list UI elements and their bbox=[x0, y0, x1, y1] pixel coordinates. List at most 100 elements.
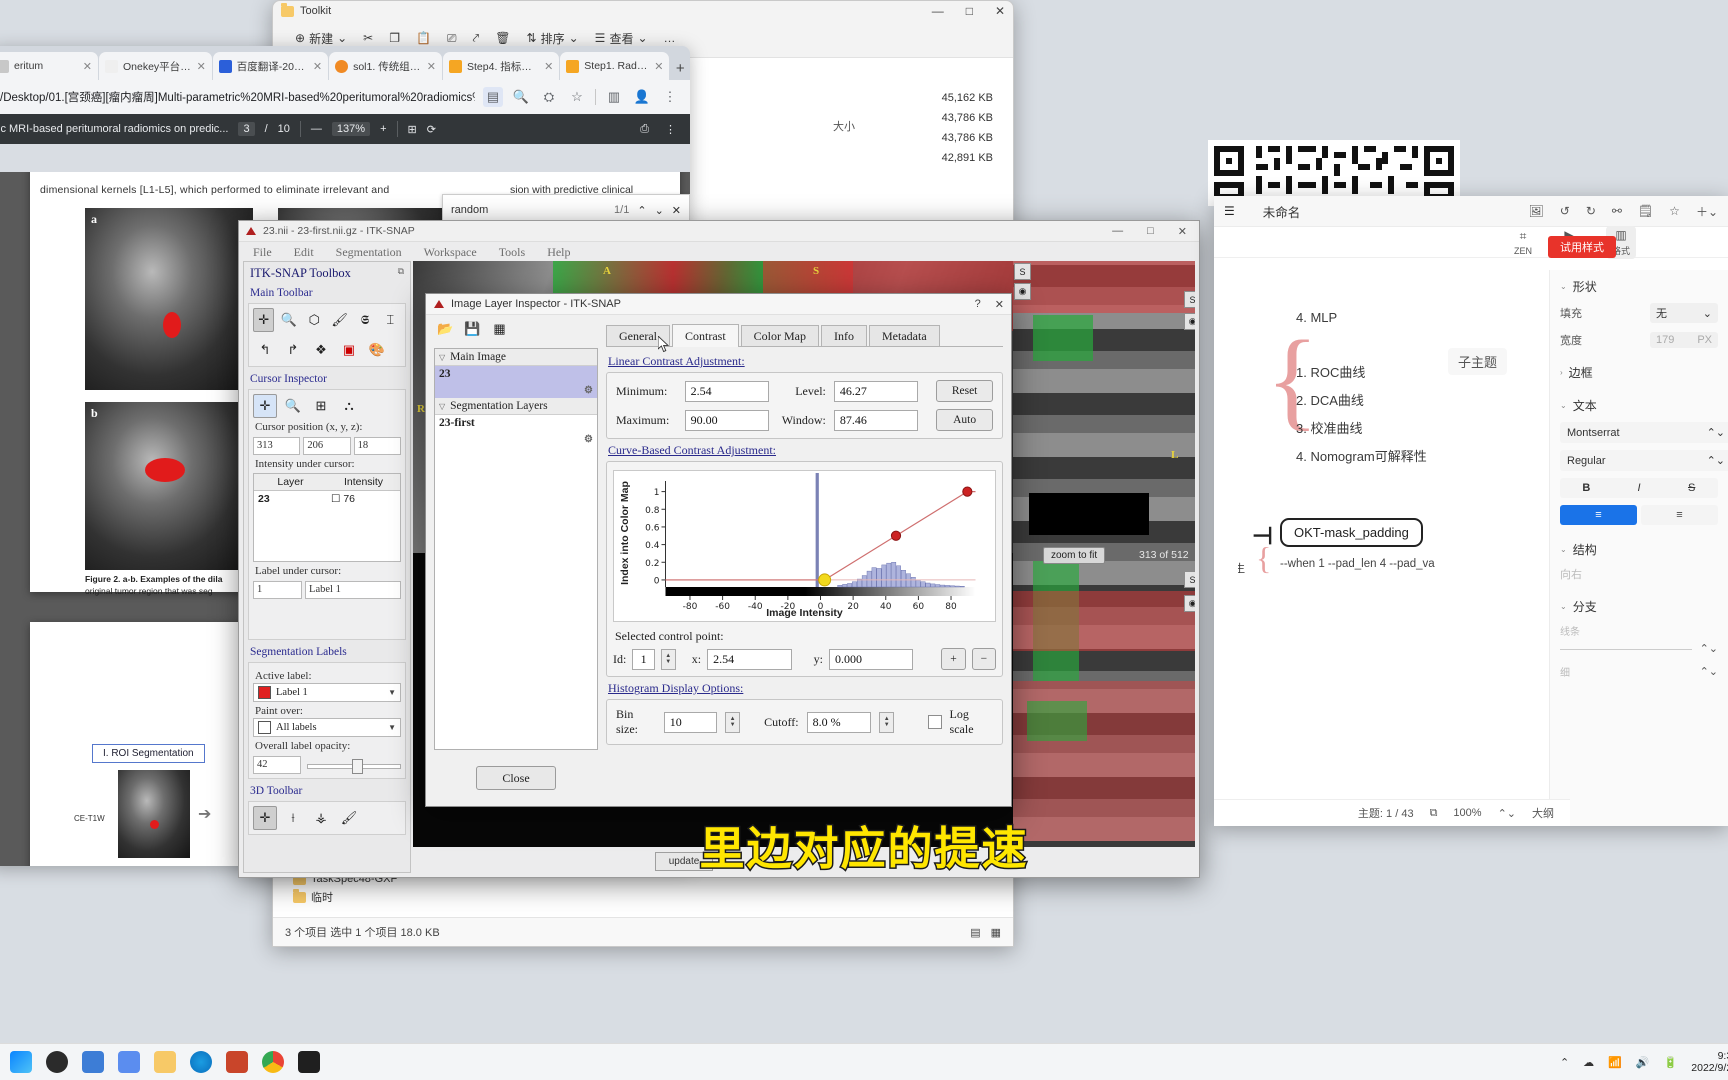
find-close-button[interactable]: ✕ bbox=[672, 204, 681, 217]
cursor-crosshair-icon[interactable]: ✛ bbox=[253, 394, 277, 418]
width-value-input[interactable]: 179 PX bbox=[1650, 332, 1718, 348]
ppt-icon[interactable] bbox=[226, 1051, 248, 1073]
inspector-close-button[interactable]: ✕ bbox=[995, 298, 1004, 311]
structure-value[interactable]: 向右 bbox=[1560, 566, 1718, 582]
itksnap-minimize[interactable]: — bbox=[1112, 225, 1123, 238]
tab-color-map[interactable]: Color Map bbox=[740, 325, 819, 346]
cutoff-spinner[interactable]: ▲ ▼ bbox=[879, 711, 895, 733]
view-button[interactable]: ☰ 查看 ⌄ bbox=[595, 30, 648, 47]
chat-icon[interactable] bbox=[118, 1051, 140, 1073]
widgets-icon[interactable] bbox=[82, 1051, 104, 1073]
layer-group-segmentation[interactable]: ▽ Segmentation Layers bbox=[435, 398, 597, 415]
label-name-input[interactable]: Label 1 bbox=[305, 581, 401, 599]
save-icon[interactable]: 💾 bbox=[463, 320, 482, 337]
itksnap-maximize[interactable]: □ bbox=[1147, 225, 1154, 238]
viewport-expand-icon[interactable]: S bbox=[1014, 263, 1031, 280]
explorer-minimize[interactable]: — bbox=[932, 4, 944, 18]
cursor-z-input[interactable]: 18 bbox=[353, 437, 401, 455]
cursor-zoom-icon[interactable]: 🔍 bbox=[281, 394, 305, 418]
italic-button[interactable]: I bbox=[1613, 478, 1666, 498]
align-left-button[interactable]: ≡ bbox=[1560, 505, 1637, 525]
explorer-close[interactable]: ✕ bbox=[995, 4, 1005, 18]
pdf-fit-page-icon[interactable]: ⊞ bbox=[408, 123, 417, 136]
mode-zen[interactable]: ⌗ ZEN bbox=[1514, 229, 1532, 256]
inspector-close-dialog-button[interactable]: Close bbox=[476, 766, 556, 790]
new-button[interactable]: ⊕ 新建 ⌄ bbox=[295, 30, 347, 47]
sidebar-toggle-icon-1[interactable]: S bbox=[1184, 291, 1195, 308]
contrast-curve-chart[interactable]: 0 0.2 0.4 0.6 0.8 1 -80 -60 -40 -20 0 20 40 60 80 Inde… bbox=[613, 470, 996, 622]
cp-y-input[interactable]: 0.000 bbox=[828, 648, 914, 670]
browser-tab[interactable]: 百度翻译-200种语言✕ bbox=[212, 52, 329, 80]
delete-icon[interactable]: 🗑 bbox=[495, 31, 510, 45]
paste-icon[interactable]: 📋 bbox=[416, 31, 431, 45]
search-icon[interactable] bbox=[46, 1051, 68, 1073]
paintbrush-icon[interactable]: 🖌 bbox=[329, 308, 350, 332]
link-icon[interactable]: ⚯ bbox=[1612, 204, 1622, 218]
structure-group-header[interactable]: ⌄ 结构 bbox=[1560, 541, 1718, 558]
sort-button[interactable]: ⇅ 排序 ⌄ bbox=[527, 30, 579, 47]
undo-icon[interactable]: ↺ bbox=[1560, 204, 1570, 218]
cursor-y-input[interactable]: 206 bbox=[303, 437, 351, 455]
browser-omnibox[interactable]: /Desktop/01.[宫颈癌][瘤内瘤周]Multi-parametric%… bbox=[0, 80, 690, 114]
tab-close-icon[interactable]: ✕ bbox=[313, 60, 322, 73]
tab-close-icon[interactable]: ✕ bbox=[197, 60, 206, 73]
tab-close-icon[interactable]: ✕ bbox=[83, 60, 92, 73]
find-input[interactable]: random bbox=[451, 204, 488, 216]
layer-item-23-first[interactable]: 23-first ⚙ bbox=[435, 415, 597, 447]
border-group-header[interactable]: › 边框 bbox=[1560, 364, 1718, 381]
layer-list[interactable]: ▽ Main Image 23 ⚙ ▽ Segmentation Layers … bbox=[434, 348, 598, 750]
window-input[interactable]: 87.46 bbox=[833, 409, 919, 431]
table-row[interactable]: 23 ☐ 76 bbox=[254, 491, 400, 507]
note-icon[interactable]: 🗒 bbox=[1638, 204, 1653, 218]
layer-item-23[interactable]: 23 ⚙ bbox=[435, 366, 597, 398]
rename-icon[interactable]: ⎚ bbox=[447, 31, 457, 46]
find-prev-button[interactable]: ⌃ bbox=[637, 204, 646, 217]
cut-icon[interactable]: ✂ bbox=[363, 31, 373, 45]
pdf-zoom-in-button[interactable]: + bbox=[380, 123, 386, 135]
mindmap-node[interactable]: 1. ROC曲线 bbox=[1296, 362, 1365, 381]
undo-icon[interactable]: ↰ bbox=[253, 338, 277, 362]
bold-button[interactable]: B bbox=[1560, 478, 1613, 498]
menu-file[interactable]: File bbox=[253, 245, 272, 260]
font-weight-select[interactable]: Regular ⌃⌄ bbox=[1560, 450, 1728, 471]
sidebar-camera-icon-1[interactable]: ◉ bbox=[1184, 313, 1195, 330]
zoom-to-fit-button-1[interactable]: zoom to fit bbox=[1043, 547, 1106, 564]
auto-button[interactable]: Auto bbox=[936, 409, 993, 431]
detail-view-icon[interactable]: ▦ bbox=[991, 926, 1001, 939]
battery-icon[interactable]: 🔋 bbox=[1664, 1056, 1678, 1069]
tab-close-icon[interactable]: ✕ bbox=[544, 60, 553, 73]
itksnap-close[interactable]: ✕ bbox=[1178, 225, 1187, 238]
caret-up-icon[interactable]: ⌃ bbox=[1560, 1056, 1569, 1069]
menu-edit[interactable]: Edit bbox=[294, 245, 314, 260]
onedrive-icon[interactable]: ☁ bbox=[1583, 1056, 1594, 1069]
menu-tools[interactable]: Tools bbox=[499, 245, 526, 260]
text-group-header[interactable]: ⌄ 文本 bbox=[1560, 397, 1718, 414]
list-view-icon[interactable]: ▤ bbox=[970, 926, 980, 939]
image-icon[interactable]: 🖼 bbox=[1529, 204, 1544, 218]
menu-help[interactable]: Help bbox=[547, 245, 570, 260]
active-label-dropdown[interactable]: Label 1 ▼ bbox=[253, 683, 401, 702]
remove-control-point-button[interactable]: − bbox=[971, 648, 996, 670]
open-folder-icon[interactable]: 📂 bbox=[436, 320, 455, 337]
redo-icon[interactable]: ↱ bbox=[281, 338, 305, 362]
pdf-more-icon[interactable]: ⋮ bbox=[665, 123, 676, 136]
tab-metadata[interactable]: Metadata bbox=[869, 325, 940, 346]
browser-tab[interactable]: eritum ✕ bbox=[0, 52, 98, 80]
layer-options-icon[interactable]: ⚙ bbox=[584, 385, 593, 396]
add-icon[interactable]: ＋⌄ bbox=[1696, 203, 1718, 220]
table-icon[interactable]: ▦ bbox=[490, 320, 509, 337]
bin-size-input[interactable]: 10 bbox=[663, 711, 717, 733]
sidebar-toggle-icon-2[interactable]: S bbox=[1184, 571, 1195, 588]
pdf-print-icon[interactable]: ⎙ bbox=[640, 123, 649, 136]
branch-group-header[interactable]: ⌄ 分支 bbox=[1560, 598, 1718, 615]
sidebar-camera-icon-2[interactable]: ◉ bbox=[1184, 595, 1195, 612]
browser-menu-icon[interactable]: ⋮ bbox=[660, 87, 680, 107]
redo-icon[interactable]: ↻ bbox=[1586, 204, 1596, 218]
tab-info[interactable]: Info bbox=[821, 325, 867, 346]
level-input[interactable]: 46.27 bbox=[833, 380, 919, 402]
find-next-button[interactable]: ⌄ bbox=[655, 204, 664, 217]
reader-icon[interactable]: ▤ bbox=[483, 87, 503, 107]
opacity-slider[interactable] bbox=[307, 758, 401, 774]
shape-group-header[interactable]: ⌄ 形状 bbox=[1560, 278, 1718, 295]
polygon-icon[interactable]: ⬡ bbox=[304, 308, 325, 332]
